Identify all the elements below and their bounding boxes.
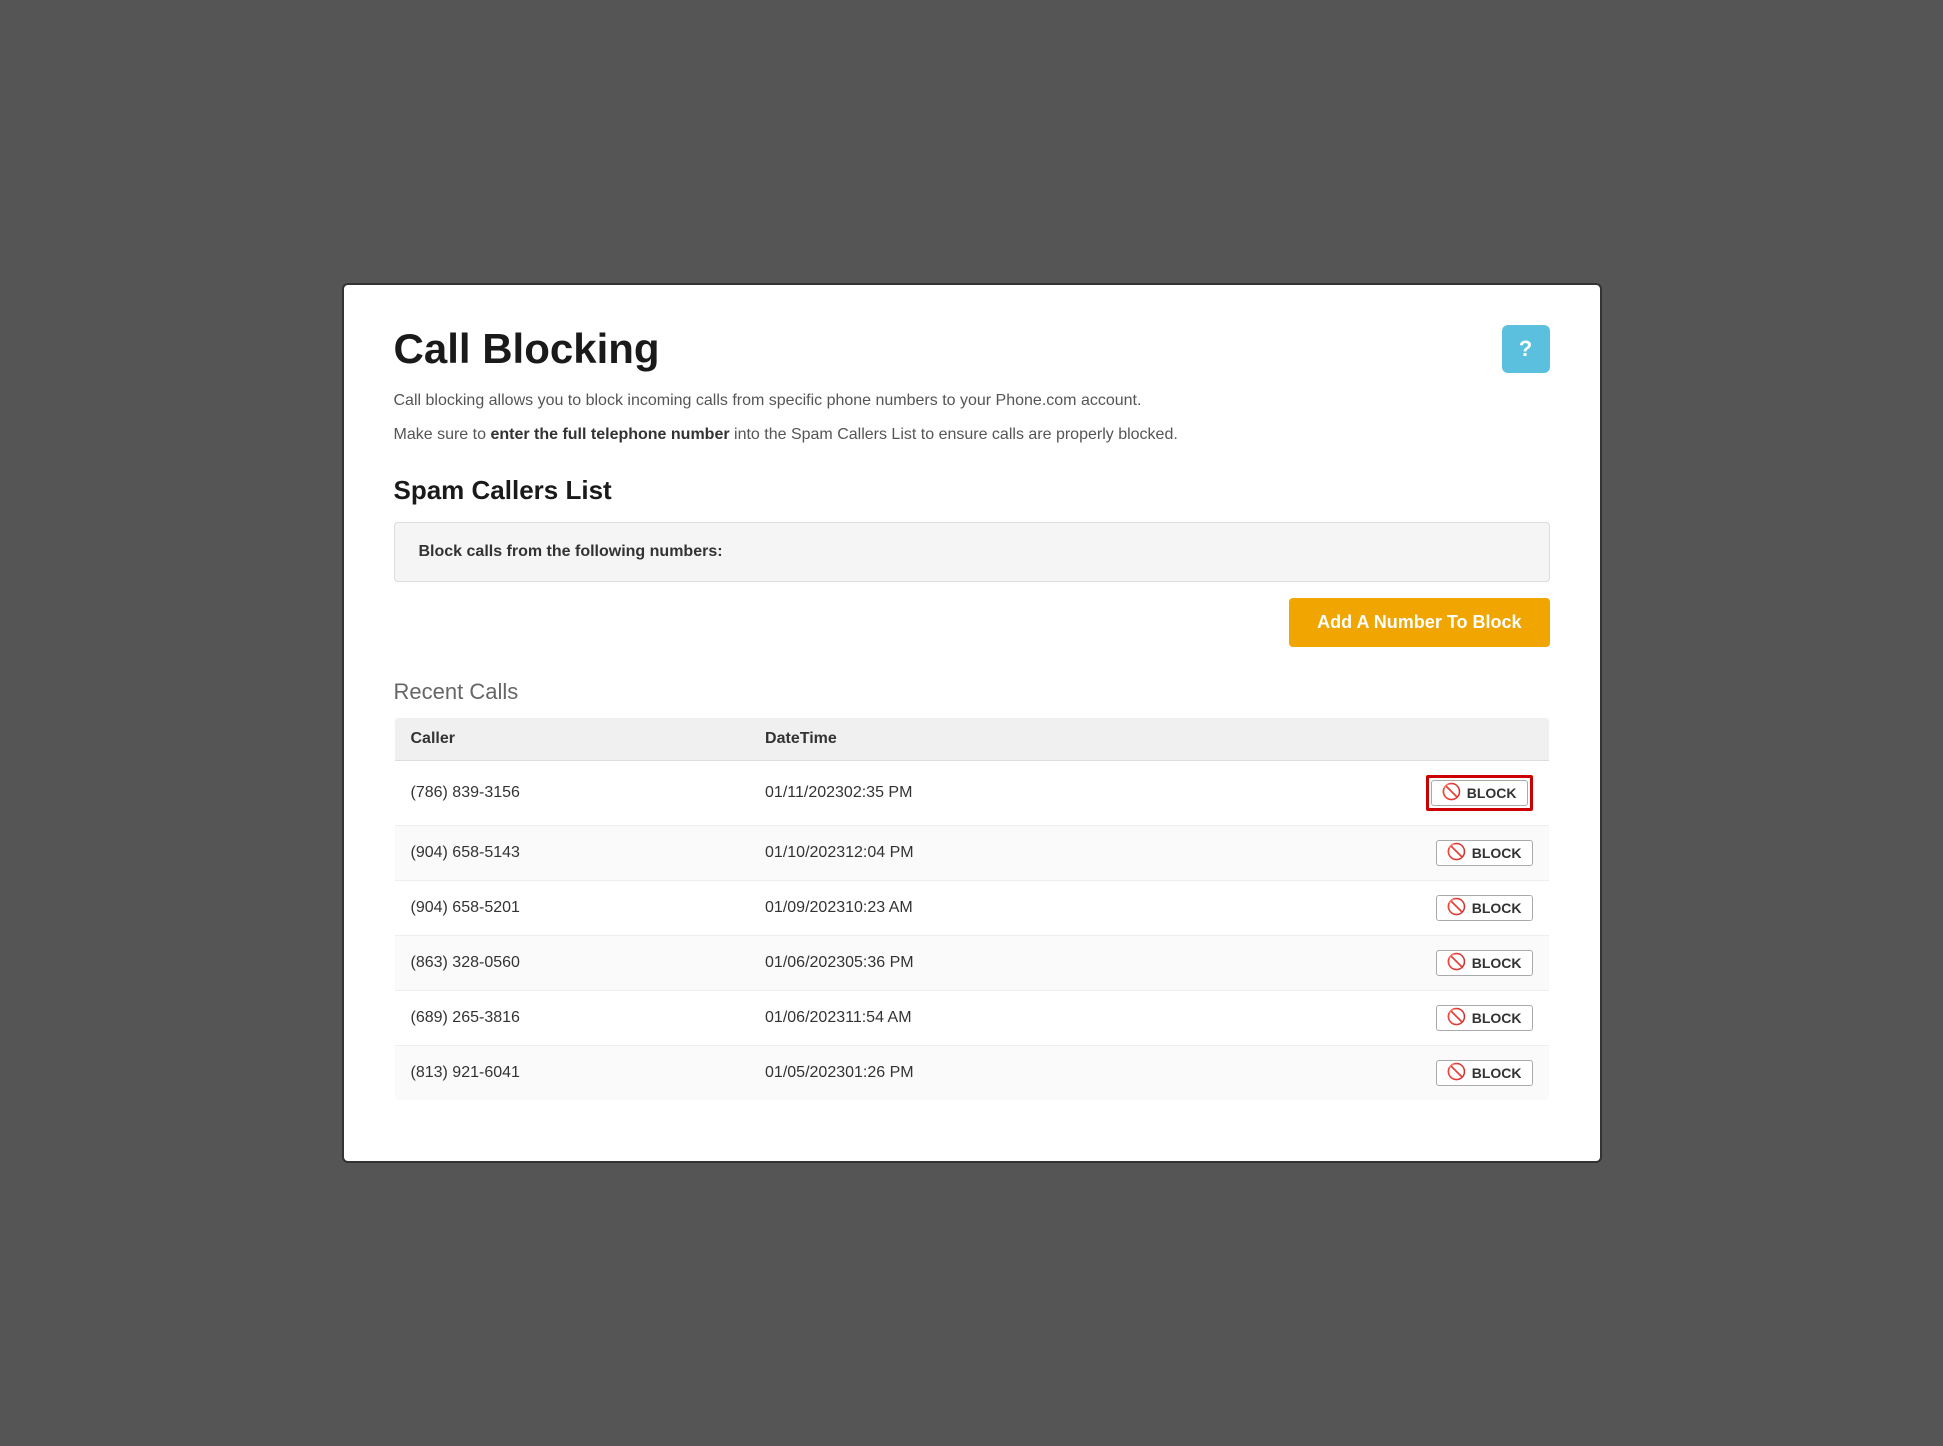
block-label: BLOCK bbox=[1472, 1065, 1522, 1081]
page-title: Call Blocking bbox=[394, 325, 660, 373]
table-row: (904) 658-520101/09/202310:23 AM 🚫 BLOCK bbox=[394, 881, 1549, 936]
block-button-highlight: 🚫 BLOCK bbox=[1426, 775, 1533, 811]
description-2-suffix: into the Spam Callers List to ensure cal… bbox=[730, 426, 1178, 443]
block-icon: 🚫 bbox=[1447, 845, 1467, 861]
spam-callers-label: Block calls from the following numbers: bbox=[419, 543, 723, 560]
block-button[interactable]: 🚫 BLOCK bbox=[1436, 895, 1533, 921]
help-button[interactable]: ? bbox=[1502, 325, 1550, 373]
caller-cell: (904) 658-5201 bbox=[394, 881, 749, 936]
block-icon: 🚫 bbox=[1447, 955, 1467, 971]
datetime-cell: 01/05/202301:26 PM bbox=[749, 1046, 1201, 1101]
table-row: (689) 265-381601/06/202311:54 AM 🚫 BLOCK bbox=[394, 991, 1549, 1046]
block-button[interactable]: 🚫 BLOCK bbox=[1436, 1060, 1533, 1086]
col-header-caller: Caller bbox=[394, 718, 749, 761]
table-row: (904) 658-514301/10/202312:04 PM 🚫 BLOCK bbox=[394, 826, 1549, 881]
action-cell: 🚫 BLOCK bbox=[1201, 761, 1549, 826]
spam-callers-box: Block calls from the following numbers: bbox=[394, 522, 1550, 582]
block-icon: 🚫 bbox=[1447, 900, 1467, 916]
block-button[interactable]: 🚫 BLOCK bbox=[1436, 950, 1533, 976]
table-header-row: Caller DateTime bbox=[394, 718, 1549, 761]
recent-calls-title: Recent Calls bbox=[394, 679, 1550, 705]
description-2-bold: enter the full telephone number bbox=[490, 426, 729, 443]
action-cell: 🚫 BLOCK bbox=[1201, 826, 1549, 881]
block-label: BLOCK bbox=[1472, 1010, 1522, 1026]
description-2: Make sure to enter the full telephone nu… bbox=[394, 423, 1550, 447]
page-container: Call Blocking ? Call blocking allows you… bbox=[342, 283, 1602, 1163]
caller-cell: (813) 921-6041 bbox=[394, 1046, 749, 1101]
block-label: BLOCK bbox=[1472, 845, 1522, 861]
table-row: (786) 839-315601/11/202302:35 PM 🚫 BLOCK bbox=[394, 761, 1549, 826]
block-icon: 🚫 bbox=[1447, 1065, 1467, 1081]
add-number-button[interactable]: Add A Number To Block bbox=[1289, 598, 1549, 647]
block-label: BLOCK bbox=[1472, 900, 1522, 916]
caller-cell: (904) 658-5143 bbox=[394, 826, 749, 881]
spam-callers-section-title: Spam Callers List bbox=[394, 475, 1550, 506]
add-btn-row: Add A Number To Block bbox=[394, 598, 1550, 647]
caller-cell: (863) 328-0560 bbox=[394, 936, 749, 991]
datetime-cell: 01/06/202305:36 PM bbox=[749, 936, 1201, 991]
caller-cell: (689) 265-3816 bbox=[394, 991, 749, 1046]
block-button[interactable]: 🚫 BLOCK bbox=[1431, 780, 1528, 806]
datetime-cell: 01/09/202310:23 AM bbox=[749, 881, 1201, 936]
col-header-datetime: DateTime bbox=[749, 718, 1201, 761]
calls-table: Caller DateTime (786) 839-315601/11/2023… bbox=[394, 717, 1550, 1101]
table-row: (863) 328-056001/06/202305:36 PM 🚫 BLOCK bbox=[394, 936, 1549, 991]
block-label: BLOCK bbox=[1467, 785, 1517, 801]
datetime-cell: 01/11/202302:35 PM bbox=[749, 761, 1201, 826]
datetime-cell: 01/06/202311:54 AM bbox=[749, 991, 1201, 1046]
action-cell: 🚫 BLOCK bbox=[1201, 936, 1549, 991]
block-icon: 🚫 bbox=[1442, 785, 1462, 801]
header-row: Call Blocking ? bbox=[394, 325, 1550, 373]
action-cell: 🚫 BLOCK bbox=[1201, 991, 1549, 1046]
block-button[interactable]: 🚫 BLOCK bbox=[1436, 840, 1533, 866]
caller-cell: (786) 839-3156 bbox=[394, 761, 749, 826]
datetime-cell: 01/10/202312:04 PM bbox=[749, 826, 1201, 881]
block-icon: 🚫 bbox=[1447, 1010, 1467, 1026]
action-cell: 🚫 BLOCK bbox=[1201, 1046, 1549, 1101]
table-row: (813) 921-604101/05/202301:26 PM 🚫 BLOCK bbox=[394, 1046, 1549, 1101]
action-cell: 🚫 BLOCK bbox=[1201, 881, 1549, 936]
description-1: Call blocking allows you to block incomi… bbox=[394, 389, 1550, 413]
col-header-action bbox=[1201, 718, 1549, 761]
block-label: BLOCK bbox=[1472, 955, 1522, 971]
block-button[interactable]: 🚫 BLOCK bbox=[1436, 1005, 1533, 1031]
